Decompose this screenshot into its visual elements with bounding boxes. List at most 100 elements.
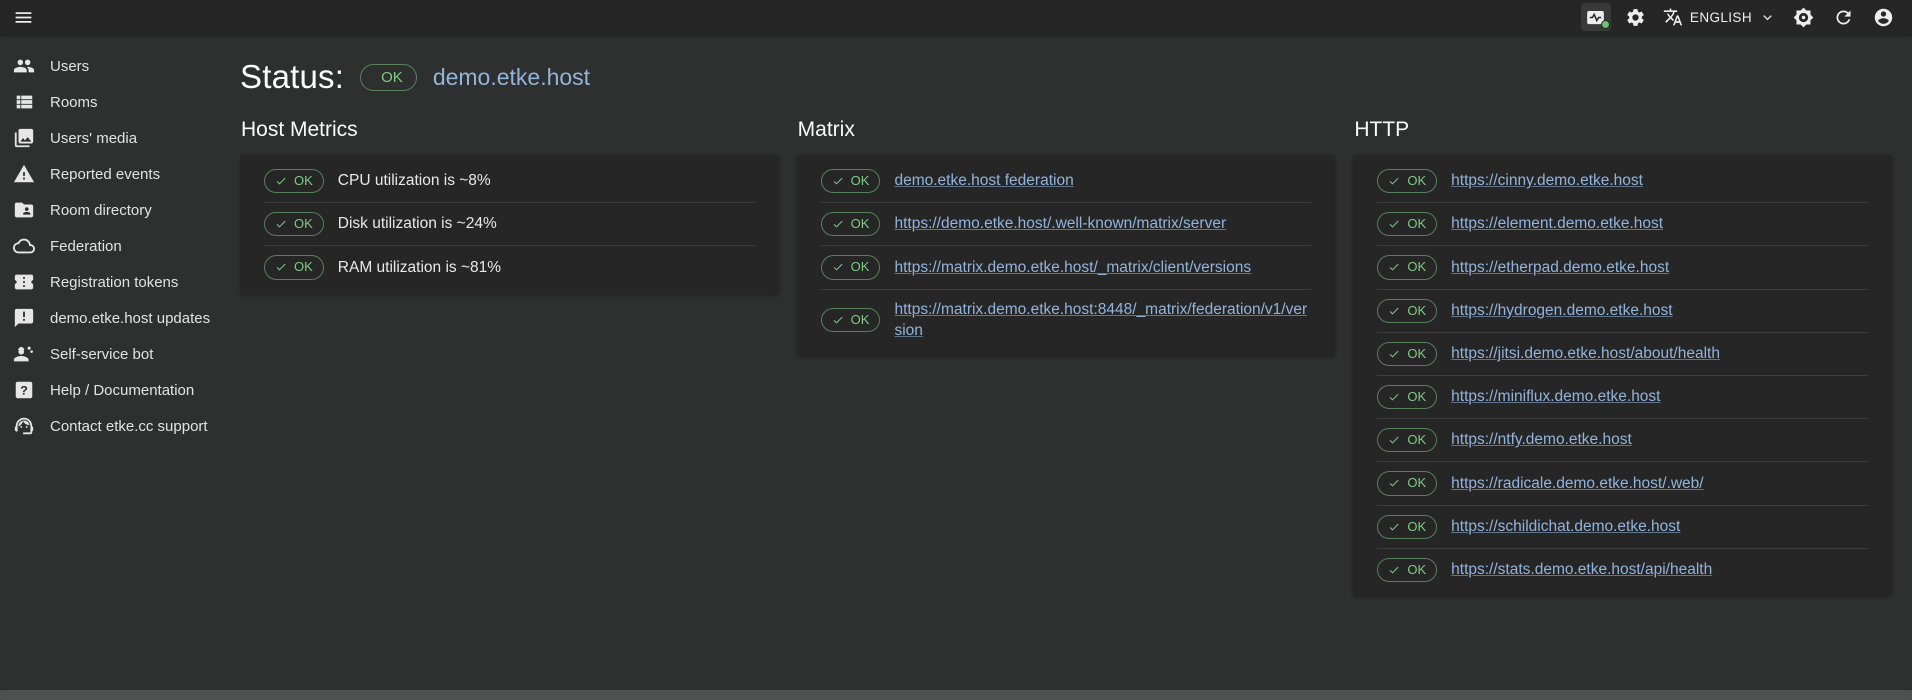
menu-button[interactable] [8, 3, 38, 31]
status-row-item: OK https://demo.etke.host/.well-known/ma… [821, 203, 1312, 246]
status-row-item: OK https://jitsi.demo.etke.host/about/he… [1377, 333, 1868, 376]
status-section: Matrix OK demo.etke.host federation OK h… [797, 118, 1336, 596]
status-row-item: OK RAM utilization is ~81% [264, 246, 755, 288]
sidebar-item-label: Help / Documentation [50, 382, 194, 399]
sidebar-item-users[interactable]: Users [0, 48, 222, 84]
status-row-item: OK Disk utilization is ~24% [264, 203, 755, 246]
status-link[interactable]: https://miniflux.demo.etke.host [1451, 386, 1660, 408]
status-badge-label: OK [381, 69, 403, 86]
status-link[interactable]: https://etherpad.demo.etke.host [1451, 257, 1669, 279]
status-columns: Host Metrics OK CPU utilization is ~8% O… [240, 118, 1892, 596]
horizontal-scrollbar[interactable] [0, 690, 1912, 700]
scrollbar-thumb[interactable] [0, 690, 1912, 700]
check-icon [275, 175, 287, 187]
theme-icon [1793, 7, 1814, 28]
settings-icon [1625, 7, 1646, 28]
check-icon [1388, 348, 1400, 360]
sidebar-item-label: Federation [50, 238, 122, 255]
sidebar: Users Rooms Users' media Reported events… [0, 34, 222, 690]
sidebar-item-label: Registration tokens [50, 274, 178, 291]
media-icon [13, 127, 35, 149]
status-link[interactable]: https://hydrogen.demo.etke.host [1451, 300, 1672, 322]
status-badge: OK [1377, 342, 1437, 366]
translate-icon [1663, 7, 1683, 27]
section-title: Host Metrics [241, 118, 779, 142]
check-icon [1388, 261, 1400, 273]
refresh-button[interactable] [1828, 3, 1858, 31]
status-link[interactable]: https://element.demo.etke.host [1451, 213, 1663, 235]
settings-button[interactable] [1621, 3, 1651, 31]
status-link[interactable]: https://jitsi.demo.etke.host/about/healt… [1451, 343, 1720, 365]
sidebar-item-room-directory[interactable]: Room directory [0, 192, 222, 228]
sidebar-item-self-service-bot[interactable]: Self-service bot [0, 336, 222, 372]
updates-icon [13, 307, 35, 329]
rooms-icon [13, 91, 35, 113]
bot-icon [13, 343, 35, 365]
status-badge: OK [821, 308, 881, 332]
status-link[interactable]: https://stats.demo.etke.host/api/health [1451, 559, 1712, 581]
section-card: OK CPU utilization is ~8% OK Disk utiliz… [240, 155, 779, 294]
check-icon [1388, 218, 1400, 230]
check-icon [832, 175, 844, 187]
status-link[interactable]: https://matrix.demo.etke.host:8448/_matr… [894, 299, 1311, 342]
reported-events-icon [13, 163, 35, 185]
section-card: OK https://cinny.demo.etke.host OK https… [1353, 155, 1892, 596]
topbar: ENGLISH [0, 0, 1912, 34]
sidebar-item-help-documentation[interactable]: ? Help / Documentation [0, 372, 222, 408]
status-link[interactable]: https://ntfy.demo.etke.host [1451, 429, 1632, 451]
status-link[interactable]: https://demo.etke.host/.well-known/matri… [894, 213, 1226, 235]
status-row-item: OK https://hydrogen.demo.etke.host [1377, 290, 1868, 333]
sidebar-item-reported-events[interactable]: Reported events [0, 156, 222, 192]
sidebar-item-users-media[interactable]: Users' media [0, 120, 222, 156]
status-badge: OK [1377, 385, 1437, 409]
status-row-item: OK https://ntfy.demo.etke.host [1377, 419, 1868, 462]
status-row-item: OK https://radicale.demo.etke.host/.web/ [1377, 462, 1868, 505]
status-badge: OK [1377, 169, 1437, 193]
status-row-item: OK https://stats.demo.etke.host/api/heal… [1377, 549, 1868, 591]
sidebar-item-label: Contact etke.cc support [50, 418, 208, 435]
check-icon [1388, 175, 1400, 187]
status-badge: OK [264, 212, 324, 236]
federation-icon [13, 235, 35, 257]
status-link[interactable]: https://cinny.demo.etke.host [1451, 170, 1643, 192]
check-icon [275, 218, 287, 230]
sidebar-item-demo-etke-host-updates[interactable]: demo.etke.host updates [0, 300, 222, 336]
status-badge: OK [1377, 558, 1437, 582]
status-text: RAM utilization is ~81% [338, 257, 501, 279]
status-badge: OK [1377, 299, 1437, 323]
monitoring-status-button[interactable] [1581, 3, 1611, 31]
svg-text:?: ? [20, 383, 28, 397]
hostname-link[interactable]: demo.etke.host [433, 64, 590, 91]
sidebar-item-federation[interactable]: Federation [0, 228, 222, 264]
status-link[interactable]: demo.etke.host federation [894, 170, 1073, 192]
check-icon [832, 218, 844, 230]
status-row-item: OK https://miniflux.demo.etke.host [1377, 376, 1868, 419]
check-icon [1388, 521, 1400, 533]
status-row-item: OK https://etherpad.demo.etke.host [1377, 246, 1868, 289]
page-title: Status: [240, 58, 344, 96]
sidebar-item-label: Users' media [50, 130, 137, 147]
sidebar-item-contact-etke-cc-support[interactable]: Contact etke.cc support [0, 408, 222, 444]
check-icon [1388, 305, 1400, 317]
users-icon [13, 55, 35, 77]
theme-toggle-button[interactable] [1788, 3, 1818, 31]
status-row-item: OK https://cinny.demo.etke.host [1377, 160, 1868, 203]
status-link[interactable]: https://schildichat.demo.etke.host [1451, 516, 1680, 538]
sidebar-item-rooms[interactable]: Rooms [0, 84, 222, 120]
online-status-dot [1601, 20, 1610, 29]
status-header: Status: OK demo.etke.host [240, 58, 1892, 96]
check-icon [1388, 564, 1400, 576]
status-badge: OK [1377, 471, 1437, 495]
status-link[interactable]: https://matrix.demo.etke.host/_matrix/cl… [894, 257, 1251, 279]
status-row-item: OK https://matrix.demo.etke.host:8448/_m… [821, 290, 1312, 351]
language-selector[interactable]: ENGLISH [1661, 7, 1778, 27]
section-title: Matrix [798, 118, 1336, 142]
account-button[interactable] [1868, 3, 1898, 31]
status-badge: OK [360, 64, 417, 91]
status-text: CPU utilization is ~8% [338, 170, 491, 192]
status-link[interactable]: https://radicale.demo.etke.host/.web/ [1451, 473, 1703, 495]
sidebar-item-registration-tokens[interactable]: Registration tokens [0, 264, 222, 300]
status-row-item: OK CPU utilization is ~8% [264, 160, 755, 203]
status-badge: OK [1377, 212, 1437, 236]
status-row-item: OK https://matrix.demo.etke.host/_matrix… [821, 246, 1312, 289]
